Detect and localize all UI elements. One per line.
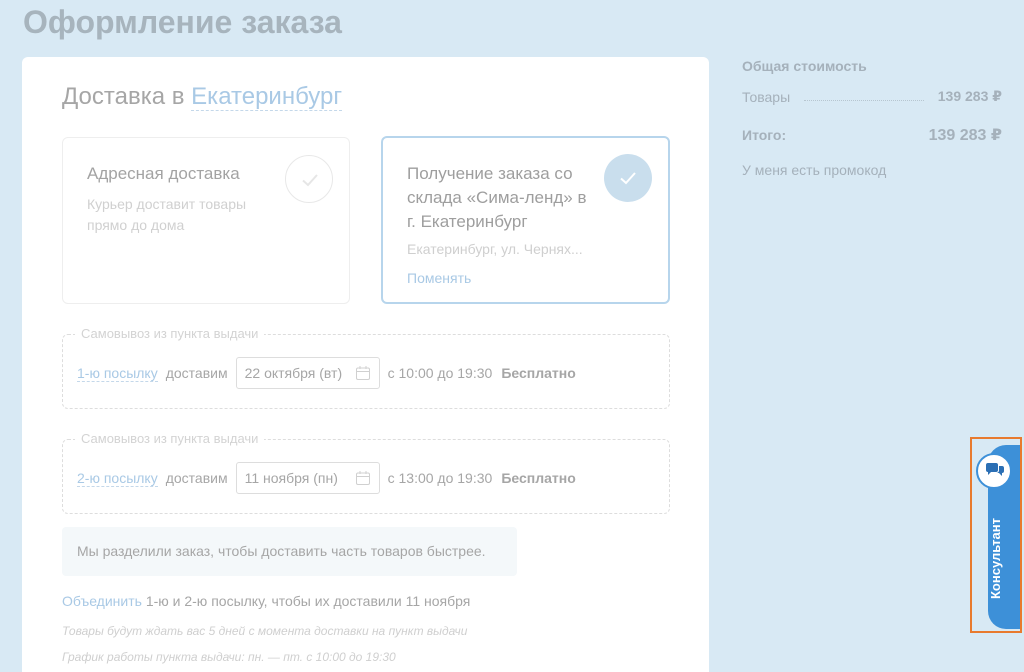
date-picker-1[interactable]: 22 октября (вт)	[235, 357, 380, 389]
city-select-link[interactable]: Екатеринбург	[191, 83, 343, 111]
date-value: 11 ноября (пн)	[244, 470, 338, 486]
summary-title: Общая стоимость	[742, 58, 867, 74]
option-subtitle: Курьер доставит товары прямо до дома	[87, 196, 247, 233]
option-title: Получение заказа со склада «Сима-ленд» в…	[407, 164, 587, 231]
checkmark-icon[interactable]	[285, 155, 333, 203]
parcel-verb: доставим	[165, 365, 228, 381]
goods-value: 139 283 ₽	[937, 88, 1002, 104]
price-label: Бесплатно	[501, 365, 576, 381]
parcel-1-link[interactable]: 1-ю посылку	[77, 365, 158, 382]
parcel-fieldset-2: Самовывоз из пункта выдачи 2-ю посылку д…	[62, 431, 670, 514]
delivery-heading: Доставка в Екатеринбург	[62, 83, 343, 111]
parcel-row: 2-ю посылку доставим 11 ноября (пн) с 13…	[77, 462, 576, 494]
order-summary: Общая стоимость Товары 139 283 ₽ Итого: …	[742, 58, 1002, 178]
option-title: Адресная доставка	[87, 164, 240, 183]
parcel-row: 1-ю посылку доставим 22 октября (вт) с 1…	[77, 357, 576, 389]
dotted-leader	[804, 93, 924, 101]
parcel-fieldset-1: Самовывоз из пункта выдачи 1-ю посылку д…	[62, 326, 670, 409]
parcel-2-link[interactable]: 2-ю посылку	[77, 470, 158, 487]
time-range: с 10:00 до 19:30	[387, 365, 493, 381]
checkout-card: Доставка в Екатеринбург Адресная доставк…	[22, 57, 709, 672]
delivery-option-address[interactable]: Адресная доставка Курьер доставит товары…	[62, 137, 350, 304]
consultant-label: Консультант	[988, 518, 1003, 599]
time-range: с 13:00 до 19:30	[387, 470, 493, 486]
date-value: 22 октября (вт)	[244, 365, 343, 381]
fieldset-legend: Самовывоз из пункта выдачи	[75, 326, 265, 341]
date-picker-2[interactable]: 11 ноября (пн)	[235, 462, 380, 494]
promo-code-link[interactable]: У меня есть промокод	[742, 162, 1002, 178]
parcel-verb: доставим	[165, 470, 228, 486]
change-pickup-link[interactable]: Поменять	[407, 270, 471, 286]
total-row: Итого: 139 283 ₽	[742, 125, 1002, 145]
merge-text: 1-ю и 2-ю посылку, чтобы их доставили 11…	[145, 593, 471, 609]
delivery-heading-prefix: Доставка в	[62, 83, 185, 110]
goods-label: Товары	[742, 88, 791, 105]
total-label: Итого:	[742, 127, 787, 143]
split-notice: Мы разделили заказ, чтобы доставить част…	[62, 527, 517, 576]
pickup-address: Екатеринбург, ул. Чернях...	[407, 241, 583, 257]
chat-bubble-icon[interactable]	[976, 453, 1012, 489]
merge-parcels-link[interactable]: Объединить	[62, 593, 142, 609]
checkmark-icon[interactable]	[604, 154, 652, 202]
calendar-icon	[355, 366, 370, 380]
schedule-note: График работы пункта выдачи: пн. — пт. с…	[62, 650, 396, 664]
page-title: Оформление заказа	[23, 4, 342, 40]
price-label: Бесплатно	[501, 470, 576, 486]
consultant-widget[interactable]: Консультант	[970, 437, 1022, 633]
storage-note: Товары будут ждать вас 5 дней с момента …	[62, 624, 468, 638]
goods-row: Товары 139 283 ₽	[742, 88, 1002, 105]
calendar-icon	[355, 471, 370, 485]
merge-line: Объединить 1-ю и 2-ю посылку, чтобы их д…	[62, 593, 470, 609]
total-value: 139 283 ₽	[928, 127, 1002, 144]
delivery-option-pickup[interactable]: Получение заказа со склада «Сима-ленд» в…	[381, 136, 670, 304]
fieldset-legend: Самовывоз из пункта выдачи	[75, 431, 265, 446]
